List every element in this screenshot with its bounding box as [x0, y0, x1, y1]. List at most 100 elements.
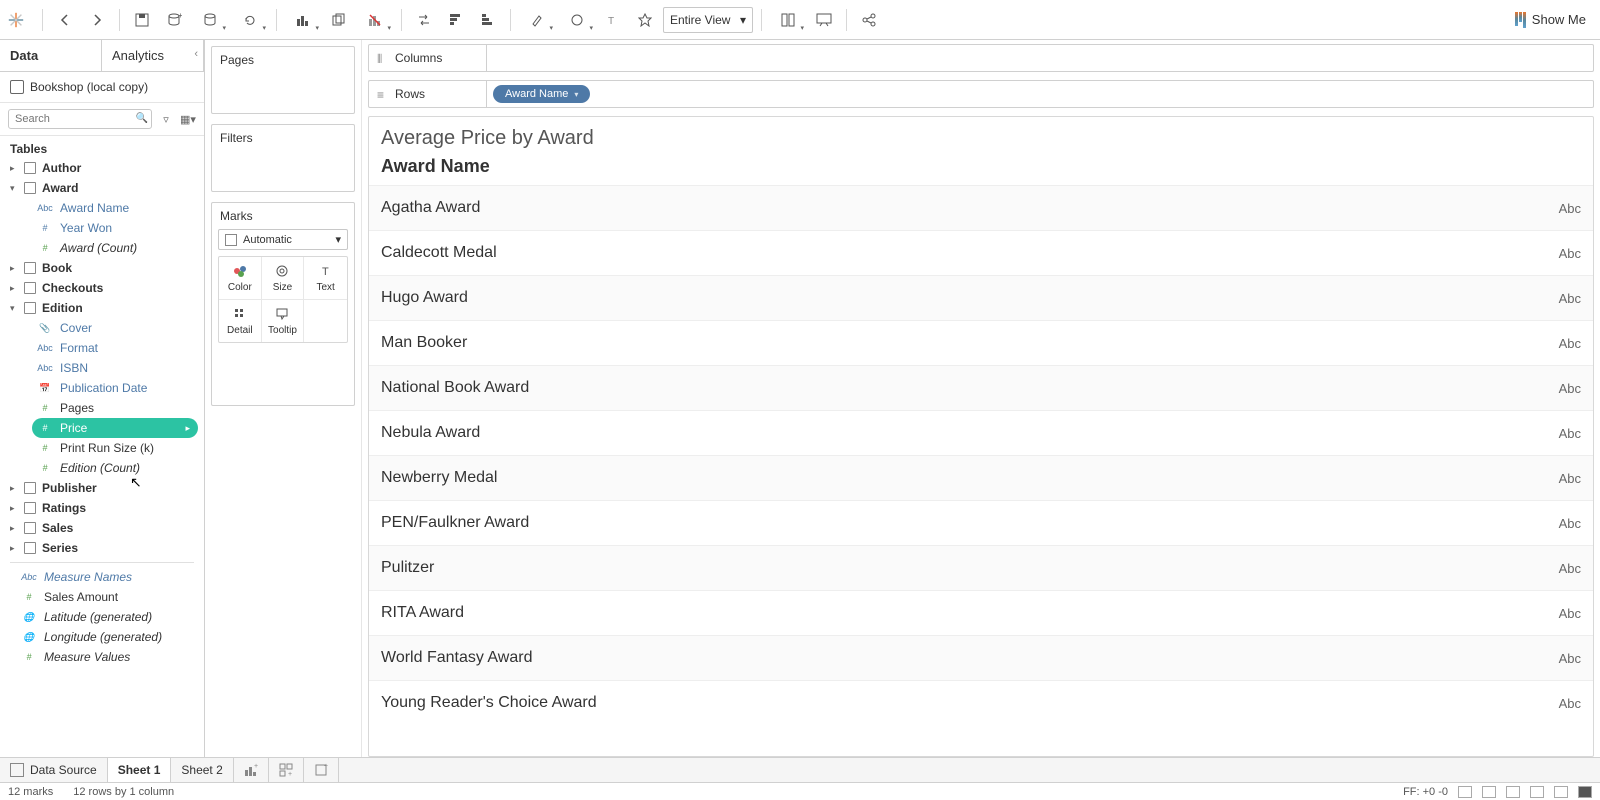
search-input[interactable] — [8, 109, 152, 129]
status-nav-first[interactable] — [1458, 786, 1472, 798]
status-nav-prev[interactable] — [1482, 786, 1496, 798]
new-dashboard-tab[interactable]: + — [269, 758, 304, 782]
rows-shelf[interactable]: ≡Rows Award Name — [368, 80, 1594, 108]
marks-drop-zone[interactable] — [218, 349, 348, 399]
field-award-name[interactable]: AbcAward Name — [0, 198, 204, 218]
save-button[interactable] — [128, 6, 156, 34]
back-button[interactable] — [51, 6, 79, 34]
table-row[interactable]: ▸Ratings — [0, 498, 204, 518]
new-story-tab[interactable]: + — [304, 758, 339, 782]
field-format[interactable]: AbcFormat — [0, 338, 204, 358]
refresh-button[interactable] — [232, 6, 268, 34]
field-type-icon: 📅 — [36, 383, 54, 394]
filters-card[interactable]: Filters — [211, 124, 355, 192]
table-row[interactable]: ▸Book — [0, 258, 204, 278]
duplicate-sheet-button[interactable] — [325, 6, 353, 34]
field-publication-date[interactable]: 📅Publication Date — [0, 378, 204, 398]
status-view-tabs[interactable] — [1578, 786, 1592, 798]
automatic-mark-icon — [225, 234, 237, 246]
marks-tooltip-button[interactable]: Tooltip — [262, 300, 305, 342]
field-isbn[interactable]: AbcISBN — [0, 358, 204, 378]
viz-row[interactable]: National Book AwardAbc — [369, 365, 1593, 410]
viz-row[interactable]: PulitzerAbc — [369, 545, 1593, 590]
new-worksheet-tab[interactable]: + — [234, 758, 269, 782]
status-nav-next[interactable] — [1506, 786, 1520, 798]
show-cards-button[interactable] — [770, 6, 806, 34]
status-view-filmstrip[interactable] — [1554, 786, 1568, 798]
field-measure-names[interactable]: AbcMeasure Names — [0, 567, 204, 587]
viz-row[interactable]: Newberry MedalAbc — [369, 455, 1593, 500]
sort-desc-button[interactable] — [474, 6, 502, 34]
field-edition-count-[interactable]: #Edition (Count) — [0, 458, 204, 478]
columns-shelf[interactable]: ⦀Columns — [368, 44, 1594, 72]
table-row[interactable]: ▸Author — [0, 158, 204, 178]
swap-button[interactable] — [410, 6, 438, 34]
data-source-label: Data Source — [30, 763, 97, 777]
pin-button[interactable] — [631, 6, 659, 34]
highlight-button[interactable] — [519, 6, 555, 34]
presentation-button[interactable] — [810, 6, 838, 34]
viz-row[interactable]: Young Reader's Choice AwardAbc — [369, 680, 1593, 725]
show-labels-button[interactable]: T — [599, 6, 627, 34]
field-year-won[interactable]: #Year Won — [0, 218, 204, 238]
collapse-pane-icon[interactable]: ‹ — [194, 48, 198, 60]
share-button[interactable] — [855, 6, 883, 34]
field-type-icon: # — [36, 463, 54, 473]
view-mode-button[interactable]: ▦▾ — [180, 111, 196, 127]
search-icon: 🔍 — [136, 113, 148, 124]
new-datasource-button[interactable]: + — [160, 6, 188, 34]
viz-row[interactable]: Man BookerAbc — [369, 320, 1593, 365]
viz-row[interactable]: RITA AwardAbc — [369, 590, 1593, 635]
field-measure-values[interactable]: #Measure Values — [0, 647, 204, 667]
viz-row[interactable]: Caldecott MedalAbc — [369, 230, 1593, 275]
status-nav-last[interactable] — [1530, 786, 1544, 798]
tab-analytics[interactable]: Analytics — [102, 40, 204, 71]
data-source-tab[interactable]: Data Source — [0, 758, 108, 782]
field-latitude-generated-[interactable]: 🌐Latitude (generated) — [0, 607, 204, 627]
marks-color-button[interactable]: Color — [219, 257, 262, 300]
pause-autoupdate-button[interactable] — [192, 6, 228, 34]
fit-dropdown[interactable]: Entire View ▾ — [663, 7, 753, 33]
row-header: Agatha Award — [381, 199, 480, 217]
new-dashboard-icon: + — [279, 763, 293, 777]
tab-data[interactable]: Data — [0, 40, 102, 71]
table-row[interactable]: ▾Award — [0, 178, 204, 198]
table-row[interactable]: ▸Publisher — [0, 478, 204, 498]
field-cover[interactable]: 📎Cover — [0, 318, 204, 338]
viz-title[interactable]: Average Price by Award — [369, 117, 1593, 154]
sheet-tab-2[interactable]: Sheet 2 — [171, 758, 233, 782]
show-me-button[interactable]: Show Me — [1507, 12, 1594, 28]
forward-button[interactable] — [83, 6, 111, 34]
pages-card[interactable]: Pages — [211, 46, 355, 114]
connection-row[interactable]: Bookshop (local copy) — [0, 72, 204, 103]
row-header: PEN/Faulkner Award — [381, 514, 529, 532]
new-worksheet-button[interactable] — [285, 6, 321, 34]
field-sales-amount[interactable]: #Sales Amount — [0, 587, 204, 607]
marks-text-button[interactable]: TText — [304, 257, 347, 300]
marks-detail-button[interactable]: Detail — [219, 300, 262, 342]
field-longitude-generated-[interactable]: 🌐Longitude (generated) — [0, 627, 204, 647]
viz-row[interactable]: Agatha AwardAbc — [369, 185, 1593, 230]
table-row[interactable]: ▸Checkouts — [0, 278, 204, 298]
sort-asc-button[interactable] — [442, 6, 470, 34]
table-row[interactable]: ▾Edition — [0, 298, 204, 318]
group-button[interactable] — [559, 6, 595, 34]
viz-row[interactable]: PEN/Faulkner AwardAbc — [369, 500, 1593, 545]
mark-type-dropdown[interactable]: Automatic ▾ — [218, 229, 348, 250]
viz-row[interactable]: Hugo AwardAbc — [369, 275, 1593, 320]
marks-card: Marks Automatic ▾ ColorSizeTTextDetailTo… — [211, 202, 355, 406]
clear-sheet-button[interactable] — [357, 6, 393, 34]
sheet-tab-1[interactable]: Sheet 1 — [108, 758, 172, 782]
table-row[interactable]: ▸Sales — [0, 518, 204, 538]
field-label: Measure Values — [44, 650, 130, 664]
field-pages[interactable]: #Pages — [0, 398, 204, 418]
pill-award-name[interactable]: Award Name — [493, 85, 590, 103]
viz-row[interactable]: Nebula AwardAbc — [369, 410, 1593, 455]
field-print-run-size-k-[interactable]: #Print Run Size (k) — [0, 438, 204, 458]
viz-row[interactable]: World Fantasy AwardAbc — [369, 635, 1593, 680]
field-award-count-[interactable]: #Award (Count) — [0, 238, 204, 258]
filter-fields-button[interactable]: ▿ — [158, 111, 174, 127]
field-price[interactable]: #Price — [32, 418, 198, 438]
marks-size-button[interactable]: Size — [262, 257, 305, 300]
table-row[interactable]: ▸Series — [0, 538, 204, 558]
